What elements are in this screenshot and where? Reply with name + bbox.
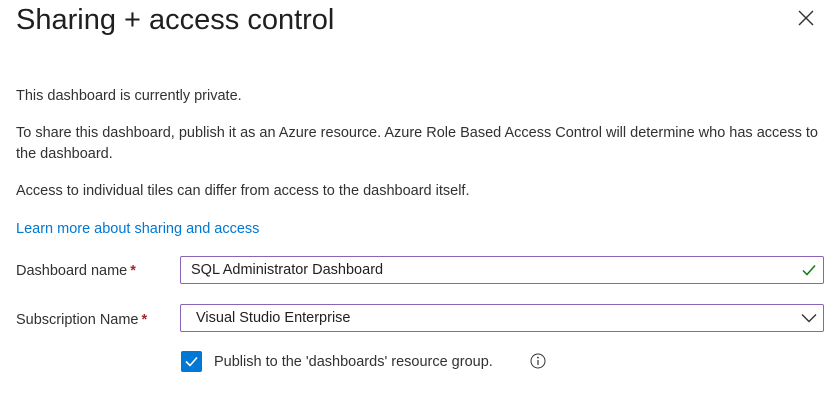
subscription-name-label-text: Subscription Name	[16, 312, 139, 328]
subscription-dropdown[interactable]: Visual Studio Enterprise	[180, 304, 824, 332]
info-icon[interactable]	[530, 353, 546, 369]
subscription-name-label: Subscription Name *	[16, 310, 147, 330]
panel-title: Sharing + access control	[16, 4, 335, 36]
required-marker: *	[130, 263, 136, 279]
publish-description: To share this dashboard, publish it as a…	[16, 125, 818, 162]
checkmark-icon	[185, 356, 198, 367]
publish-checkbox[interactable]	[181, 351, 202, 372]
required-marker: *	[141, 312, 148, 328]
close-icon	[798, 10, 814, 26]
dashboard-name-label-text: Dashboard name	[16, 263, 128, 279]
dashboard-name-value: SQL Administrator Dashboard	[191, 262, 384, 278]
learn-more-link[interactable]: Learn more about sharing and access	[16, 219, 259, 240]
dashboard-name-input[interactable]: SQL Administrator Dashboard	[180, 256, 824, 284]
close-button[interactable]	[795, 7, 817, 29]
publish-checkbox-label[interactable]: Publish to the 'dashboards' resource gro…	[214, 352, 493, 372]
subscription-value: Visual Studio Enterprise	[196, 310, 351, 326]
chevron-down-icon	[801, 314, 817, 323]
checkmark-icon	[802, 265, 816, 276]
tiles-note: Access to individual tiles can differ fr…	[16, 183, 470, 199]
status-text: This dashboard is currently private.	[16, 88, 242, 104]
dashboard-name-label: Dashboard name *	[16, 261, 136, 281]
